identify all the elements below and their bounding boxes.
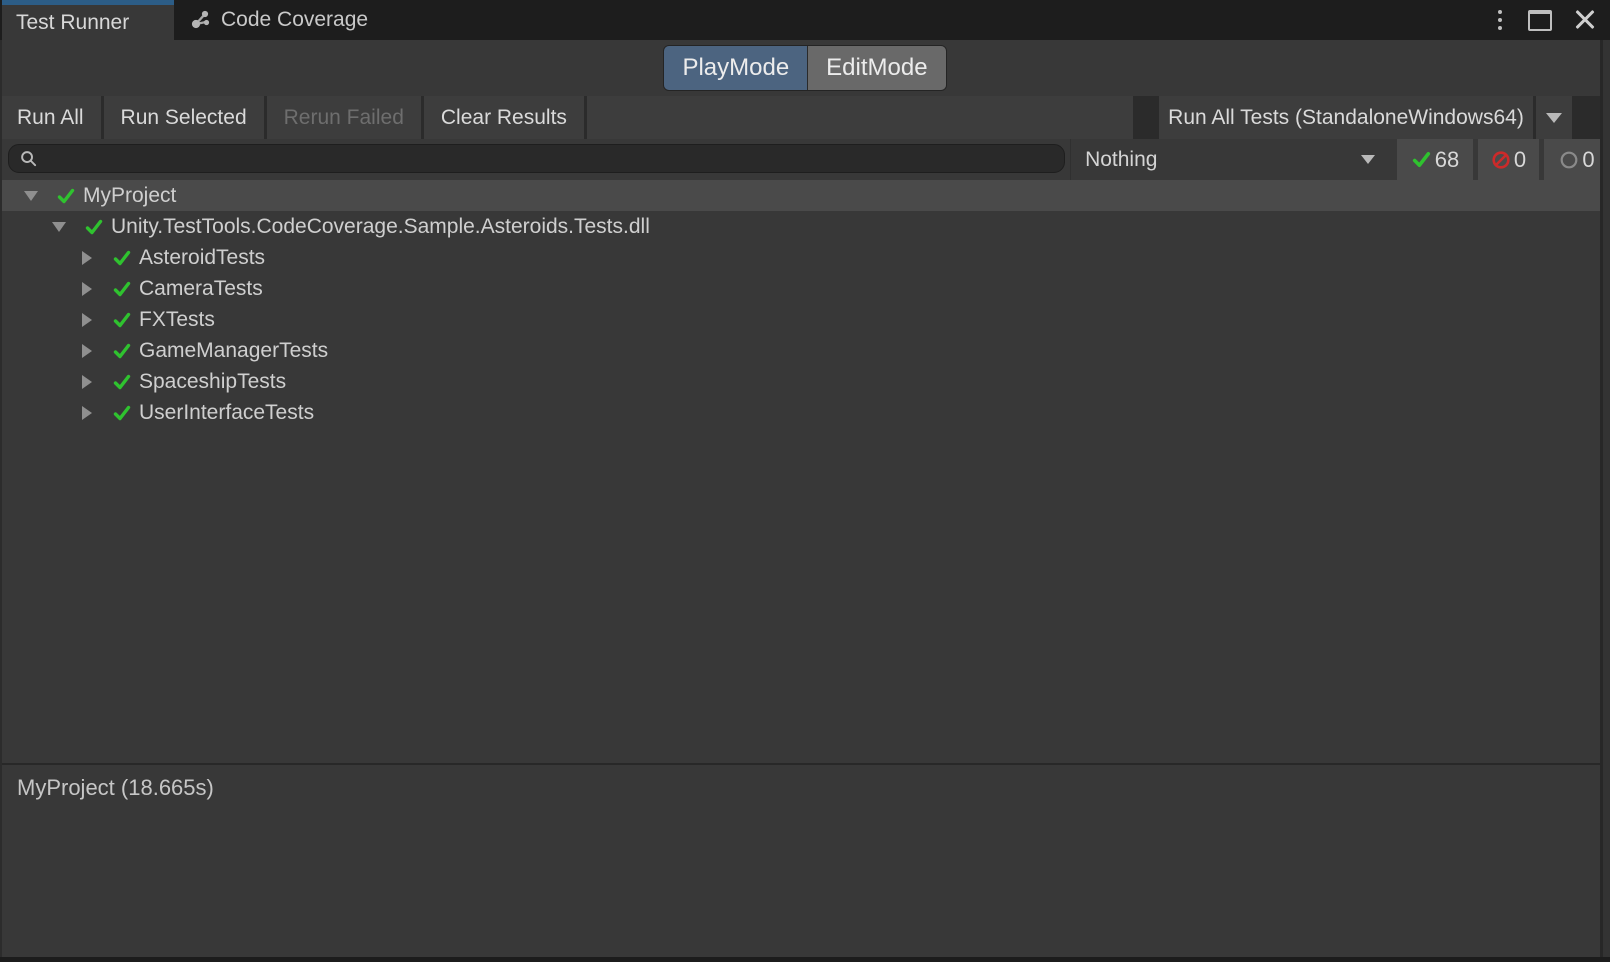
fail-circle-icon xyxy=(1491,150,1511,170)
expander-icon[interactable] xyxy=(78,282,96,296)
expander-icon[interactable] xyxy=(78,375,96,389)
code-coverage-icon xyxy=(190,9,212,31)
status-text: MyProject (18.665s) xyxy=(17,775,214,800)
tab-label: Test Runner xyxy=(16,11,129,35)
window-left-border xyxy=(0,40,2,962)
tab-bar: Test Runner Code Coverage xyxy=(0,0,1610,40)
expander-icon[interactable] xyxy=(78,344,96,358)
chevron-down-icon xyxy=(1361,155,1375,164)
pass-check-icon xyxy=(112,341,132,361)
pass-check-icon xyxy=(112,372,132,392)
run-selected-label: Run Selected xyxy=(121,106,247,130)
tree-item-userinterfacetests[interactable]: UserInterfaceTests xyxy=(0,397,1610,428)
pass-check-icon xyxy=(112,248,132,268)
tree-item-label: AsteroidTests xyxy=(139,246,265,270)
filter-row: Nothing 68 0 xyxy=(0,139,1610,180)
tree-item-label: Unity.TestTools.CodeCoverage.Sample.Aste… xyxy=(111,215,650,239)
tab-code-coverage[interactable]: Code Coverage xyxy=(174,0,384,40)
search-icon xyxy=(19,149,38,168)
window-bottom-border xyxy=(0,957,1610,962)
playmode-button[interactable]: PlayMode xyxy=(664,46,807,90)
clear-results-label: Clear Results xyxy=(441,106,567,130)
editmode-button[interactable]: EditMode xyxy=(807,46,945,90)
pass-check-icon xyxy=(56,186,76,206)
expander-icon[interactable] xyxy=(50,222,68,232)
search-box[interactable] xyxy=(8,144,1065,173)
tree-item-cameratests[interactable]: CameraTests xyxy=(0,273,1610,304)
skip-circle-icon xyxy=(1559,150,1579,170)
tree-item-label: UserInterfaceTests xyxy=(139,401,314,425)
tree-item-label: GameManagerTests xyxy=(139,339,328,363)
tree-item-label: CameraTests xyxy=(139,277,263,301)
test-tree: MyProject Unity.TestTools.CodeCoverage.S… xyxy=(0,180,1610,763)
pass-check-icon xyxy=(112,403,132,423)
toolbar: Run All Run Selected Rerun Failed Clear … xyxy=(0,96,1610,139)
expander-icon[interactable] xyxy=(78,313,96,327)
run-target-label: Run All Tests (StandaloneWindows64) xyxy=(1168,106,1524,130)
rerun-failed-button[interactable]: Rerun Failed xyxy=(267,96,421,139)
expander-icon[interactable] xyxy=(78,251,96,265)
result-badges: 68 0 0 xyxy=(1397,139,1610,180)
failed-count-badge[interactable]: 0 xyxy=(1478,139,1539,180)
window-controls xyxy=(1494,0,1596,40)
run-all-tests-target-button[interactable]: Run All Tests (StandaloneWindows64) xyxy=(1159,96,1533,139)
tree-item-myproject[interactable]: MyProject xyxy=(0,180,1610,211)
category-filter-value: Nothing xyxy=(1085,148,1157,172)
search-input[interactable] xyxy=(46,146,1054,171)
mode-toggle-row: PlayMode EditMode xyxy=(0,40,1610,96)
passed-count: 68 xyxy=(1435,147,1459,173)
playmode-label: PlayMode xyxy=(682,54,789,82)
window-right-border xyxy=(1600,40,1603,957)
editmode-label: EditMode xyxy=(826,54,927,82)
status-panel: MyProject (18.665s) xyxy=(0,765,1610,960)
tab-test-runner[interactable]: Test Runner xyxy=(2,0,174,40)
kebab-menu-icon[interactable] xyxy=(1494,6,1506,34)
pass-check-icon xyxy=(1411,149,1432,170)
run-target-dropdown-button[interactable] xyxy=(1536,96,1572,139)
passed-count-badge[interactable]: 68 xyxy=(1397,139,1473,180)
tab-label: Code Coverage xyxy=(221,8,368,32)
tree-item-label: MyProject xyxy=(83,184,176,208)
failed-count: 0 xyxy=(1514,147,1526,173)
category-filter-dropdown[interactable]: Nothing xyxy=(1070,139,1391,180)
tree-item-label: FXTests xyxy=(139,308,215,332)
run-selected-button[interactable]: Run Selected xyxy=(104,96,264,139)
pass-check-icon xyxy=(112,310,132,330)
tree-item-spaceshiptests[interactable]: SpaceshipTests xyxy=(0,366,1610,397)
clear-results-button[interactable]: Clear Results xyxy=(424,96,584,139)
tree-item-gamemanagertests[interactable]: GameManagerTests xyxy=(0,335,1610,366)
run-all-label: Run All xyxy=(17,106,84,130)
toolbar-spacer xyxy=(587,96,1133,139)
pass-check-icon xyxy=(112,279,132,299)
maximize-icon[interactable] xyxy=(1528,10,1552,31)
window-right-strip xyxy=(1603,40,1610,962)
mode-toggle-group: PlayMode EditMode xyxy=(663,45,946,91)
tree-item-tests-dll[interactable]: Unity.TestTools.CodeCoverage.Sample.Aste… xyxy=(0,211,1610,242)
close-icon[interactable] xyxy=(1574,9,1596,31)
expander-icon[interactable] xyxy=(78,406,96,420)
rerun-failed-label: Rerun Failed xyxy=(284,106,404,130)
chevron-down-icon xyxy=(1546,113,1562,123)
tree-item-asteroidtests[interactable]: AsteroidTests xyxy=(0,242,1610,273)
tree-item-fxtests[interactable]: FXTests xyxy=(0,304,1610,335)
tree-item-label: SpaceshipTests xyxy=(139,370,286,394)
pass-check-icon xyxy=(84,217,104,237)
run-all-button[interactable]: Run All xyxy=(0,96,101,139)
skipped-count: 0 xyxy=(1582,147,1594,173)
expander-icon[interactable] xyxy=(22,191,40,201)
toolbar-gap xyxy=(1133,96,1159,139)
